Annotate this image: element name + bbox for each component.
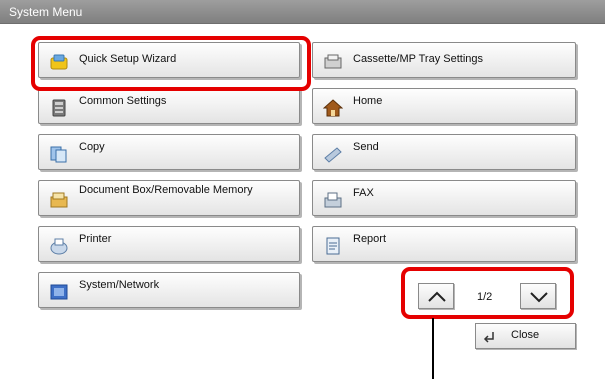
- fax-button[interactable]: FAX: [312, 180, 576, 216]
- document-box-icon: [49, 190, 69, 210]
- system-network-icon: [49, 282, 69, 302]
- return-arrow-icon: [482, 330, 496, 349]
- printer-icon: [49, 236, 69, 256]
- copy-icon: [49, 144, 69, 164]
- system-network-button[interactable]: System/Network: [38, 272, 300, 308]
- report-button[interactable]: Report: [312, 226, 576, 262]
- callout-line: [432, 318, 434, 379]
- home-icon: [322, 98, 344, 118]
- pager-highlight: [401, 267, 574, 319]
- document-box-removable-memory-button[interactable]: Document Box/Removable Memory: [38, 180, 300, 216]
- fax-icon: [323, 190, 343, 210]
- copy-button[interactable]: Copy: [38, 134, 300, 170]
- window-title: System Menu: [9, 5, 83, 19]
- send-icon: [323, 144, 343, 164]
- cassette-mp-tray-settings-button[interactable]: Cassette/MP Tray Settings: [312, 42, 576, 78]
- common-settings-button[interactable]: Common Settings: [38, 88, 300, 124]
- close-button[interactable]: Close: [475, 323, 576, 349]
- cassette-icon: [323, 52, 343, 72]
- title-bar: System Menu: [0, 0, 605, 24]
- send-button[interactable]: Send: [312, 134, 576, 170]
- quick-setup-highlight: [31, 36, 311, 91]
- printer-button[interactable]: Printer: [38, 226, 300, 262]
- home-button[interactable]: Home: [312, 88, 576, 124]
- common-settings-icon: [49, 98, 69, 118]
- report-icon: [323, 236, 343, 256]
